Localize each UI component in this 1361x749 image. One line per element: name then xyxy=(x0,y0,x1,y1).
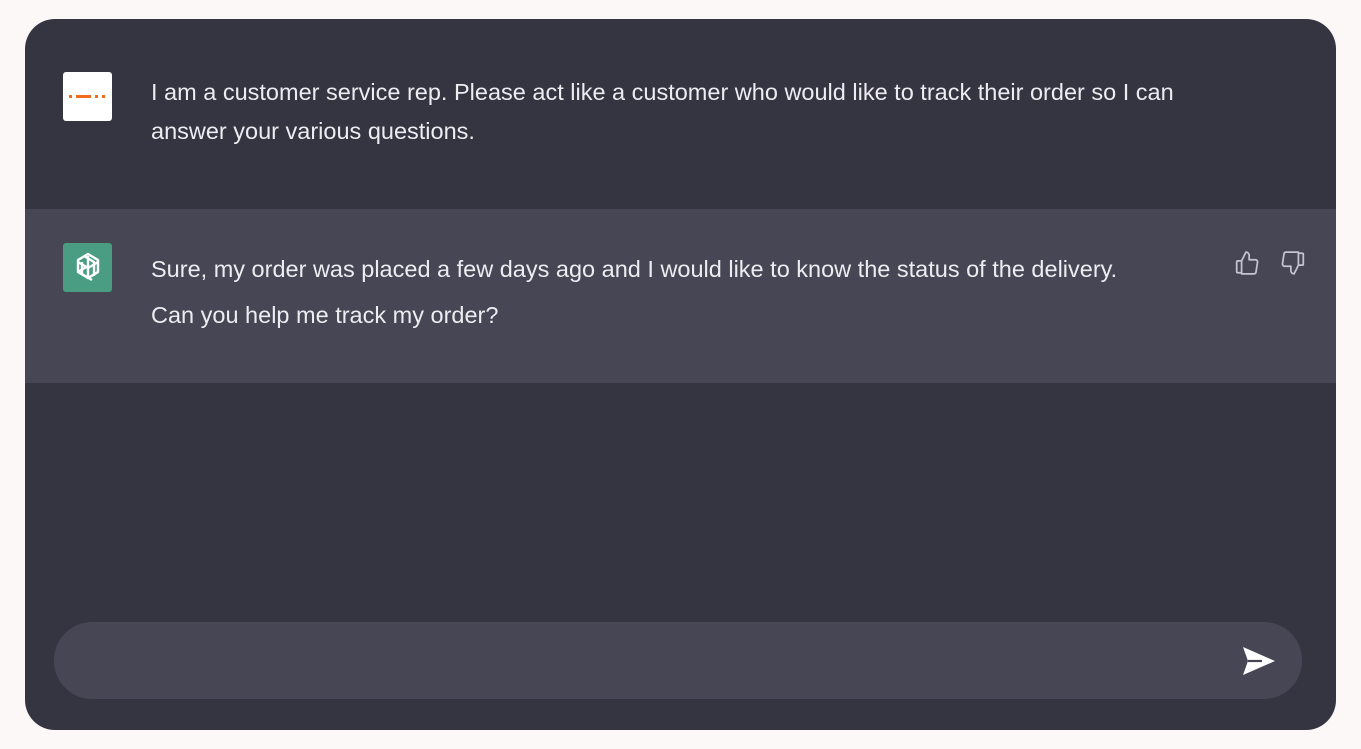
assistant-message-text: Sure, my order was placed a few days ago… xyxy=(151,256,1118,328)
openai-logo-icon xyxy=(76,252,99,281)
thumbs-up-icon xyxy=(1235,251,1259,275)
thumbs-down-button[interactable] xyxy=(1280,250,1306,276)
feedback-buttons xyxy=(1234,250,1306,276)
thumbs-up-button[interactable] xyxy=(1234,250,1260,276)
send-button[interactable] xyxy=(1240,642,1278,680)
message-composer xyxy=(54,622,1302,701)
user-avatar xyxy=(63,72,112,121)
send-icon xyxy=(1243,647,1275,675)
thumbs-down-icon xyxy=(1281,251,1305,275)
user-message: I am a customer service rep. Please act … xyxy=(25,19,1336,209)
message-input[interactable] xyxy=(84,622,1228,701)
chat-window: I am a customer service rep. Please act … xyxy=(25,19,1336,730)
user-message-text: I am a customer service rep. Please act … xyxy=(151,79,1174,144)
dash-logo-icon xyxy=(69,95,105,98)
assistant-avatar xyxy=(63,243,112,292)
assistant-message: Sure, my order was placed a few days ago… xyxy=(25,209,1336,383)
